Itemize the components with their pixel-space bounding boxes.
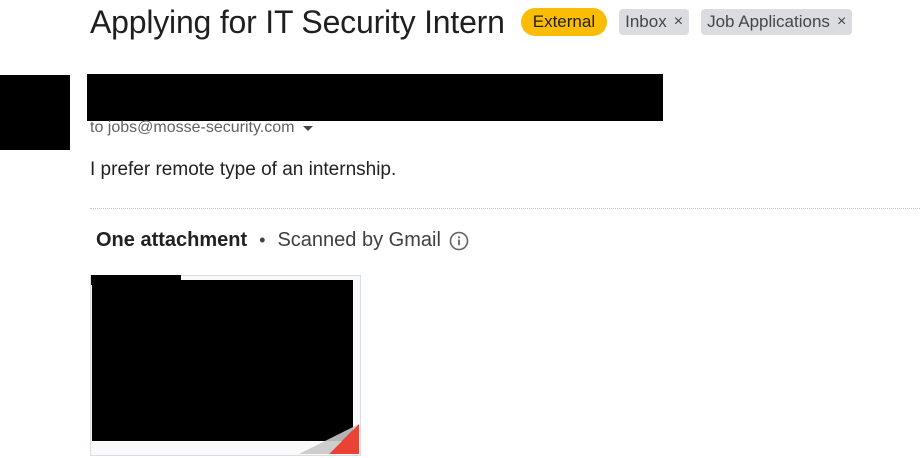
email-subject: Applying for IT Security Intern (90, 3, 505, 40)
close-icon[interactable]: × (674, 12, 683, 32)
label-job-applications-text: Job Applications (707, 12, 830, 31)
attachment-count: One attachment (96, 229, 248, 251)
email-body: I prefer remote type of an internship. (90, 159, 397, 180)
attachment-fold-corner (299, 424, 359, 454)
separator-dot: • (259, 230, 266, 250)
attachment-header: One attachment • Scanned by Gmail (96, 229, 469, 252)
chevron-down-icon[interactable] (303, 125, 314, 131)
scan-status: Scanned by Gmail (277, 229, 441, 251)
avatar[interactable] (0, 75, 70, 150)
close-icon[interactable]: × (837, 12, 846, 32)
attachment-preview (92, 280, 353, 441)
label-inbox[interactable]: Inbox × (619, 9, 690, 35)
recipient-text: to jobs@mosse-security.com (90, 119, 295, 136)
recipient-row[interactable]: to jobs@mosse-security.com (90, 119, 314, 137)
divider (90, 208, 920, 209)
sender-info (87, 74, 663, 121)
label-job-applications[interactable]: Job Applications × (701, 9, 853, 35)
info-icon[interactable] (449, 231, 469, 251)
label-inbox-text: Inbox (625, 12, 667, 31)
subject-header: Applying for IT Security Intern External… (90, 2, 853, 42)
label-external[interactable]: External (520, 8, 608, 36)
